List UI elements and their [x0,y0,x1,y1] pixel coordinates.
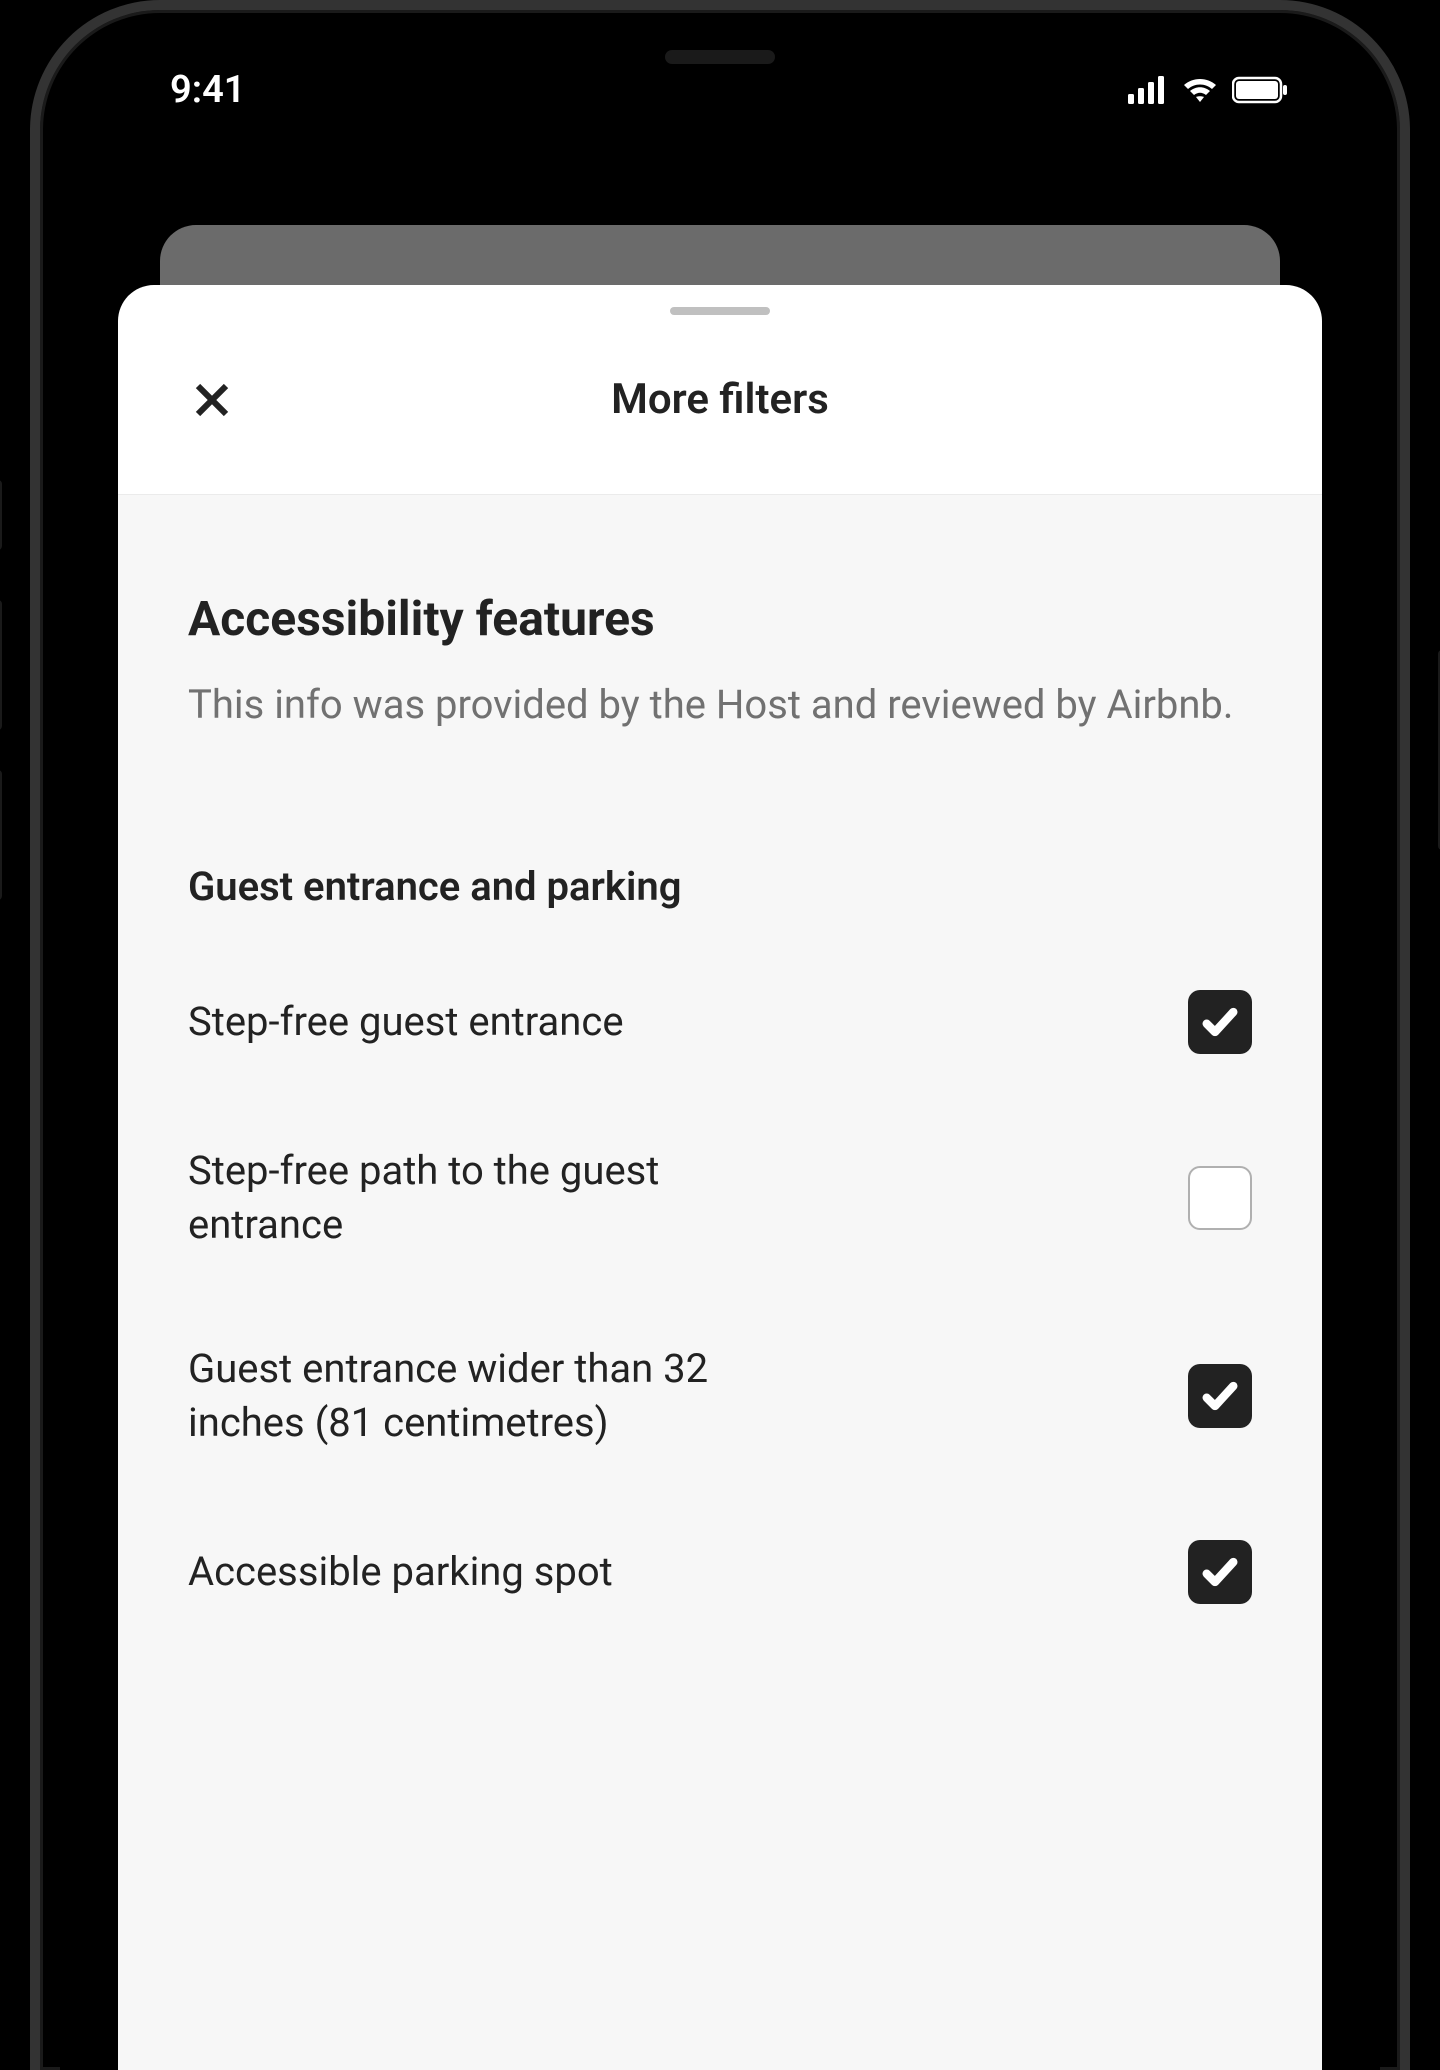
filter-label: Accessible parking spot [188,1545,788,1599]
checkbox-accessible-parking[interactable] [1188,1540,1252,1604]
close-button[interactable] [188,376,236,424]
sheet-drag-handle[interactable] [670,307,770,315]
status-time: 9:41 [170,68,245,112]
checkbox-step-free-path[interactable] [1188,1166,1252,1230]
close-icon [191,379,233,421]
sheet-title: More filters [188,375,1252,424]
phone-frame: 9:41 [30,0,1410,2070]
filter-row-step-free-entrance: Step-free guest entrance [188,990,1252,1054]
status-icons [1128,76,1290,104]
section-heading: Accessibility features [188,590,1252,647]
filters-sheet: More filters Accessibility features This… [118,285,1322,2070]
battery-icon [1232,76,1290,104]
checkbox-wide-entrance[interactable] [1188,1364,1252,1428]
checkbox-step-free-entrance[interactable] [1188,990,1252,1054]
filter-row-wide-entrance: Guest entrance wider than 32 inches (81 … [188,1342,1252,1450]
section-subtext: This info was provided by the Host and r… [188,677,1252,733]
filter-row-step-free-path: Step-free path to the guest entrance [188,1144,1252,1252]
check-icon [1200,1376,1240,1416]
sheet-header: More filters [118,315,1322,495]
group-heading: Guest entrance and parking [188,863,1252,910]
filter-label: Step-free path to the guest entrance [188,1144,788,1252]
check-icon [1200,1002,1240,1042]
filter-row-accessible-parking: Accessible parking spot [188,1540,1252,1604]
check-icon [1200,1552,1240,1592]
filter-label: Step-free guest entrance [188,995,788,1049]
sheet-body[interactable]: Accessibility features This info was pro… [118,495,1322,2070]
wifi-icon [1180,76,1220,104]
phone-notch [550,30,890,85]
filter-label: Guest entrance wider than 32 inches (81 … [188,1342,788,1450]
cellular-signal-icon [1128,76,1168,104]
